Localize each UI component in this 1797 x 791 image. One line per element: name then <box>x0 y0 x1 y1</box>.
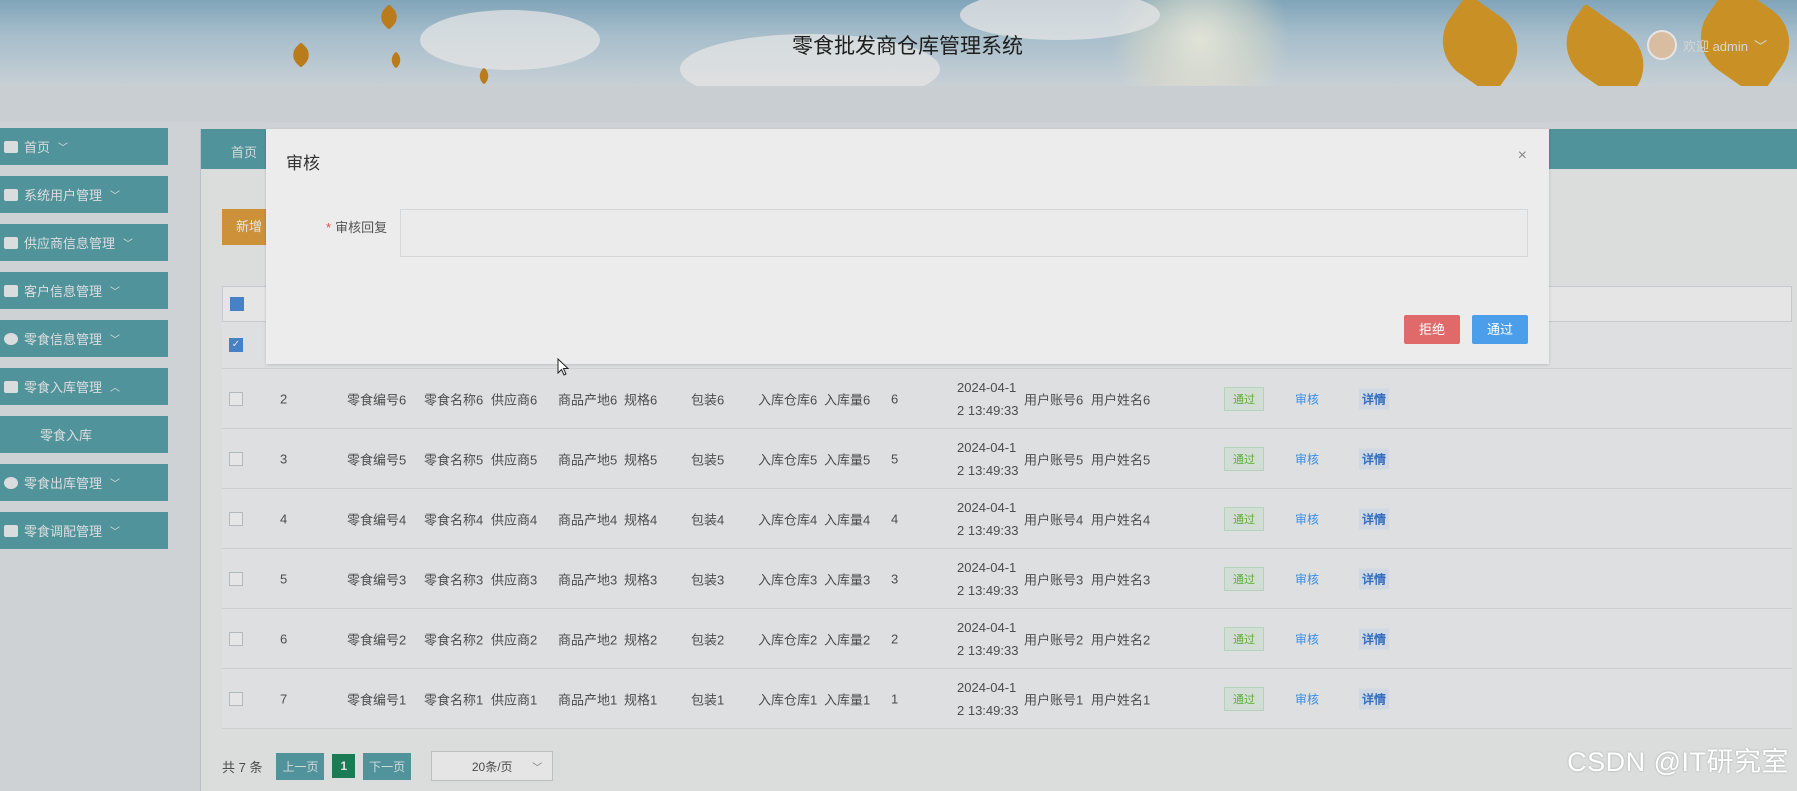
reply-field-label: * 审核回复 <box>326 217 387 236</box>
reply-field-label-text: 审核回复 <box>335 220 388 235</box>
dialog-title: 审核 <box>286 154 320 173</box>
reject-button[interactable]: 拒绝 <box>1404 315 1460 344</box>
reply-textarea[interactable] <box>400 209 1528 257</box>
modal-overlay[interactable] <box>0 0 1797 791</box>
close-icon[interactable]: × <box>1518 147 1527 165</box>
audit-dialog: 审核 × * 审核回复 拒绝 通过 <box>266 129 1549 364</box>
required-mark: * <box>326 220 332 235</box>
pass-button[interactable]: 通过 <box>1472 315 1528 344</box>
watermark: CSDN @IT研究室 <box>1567 747 1789 777</box>
